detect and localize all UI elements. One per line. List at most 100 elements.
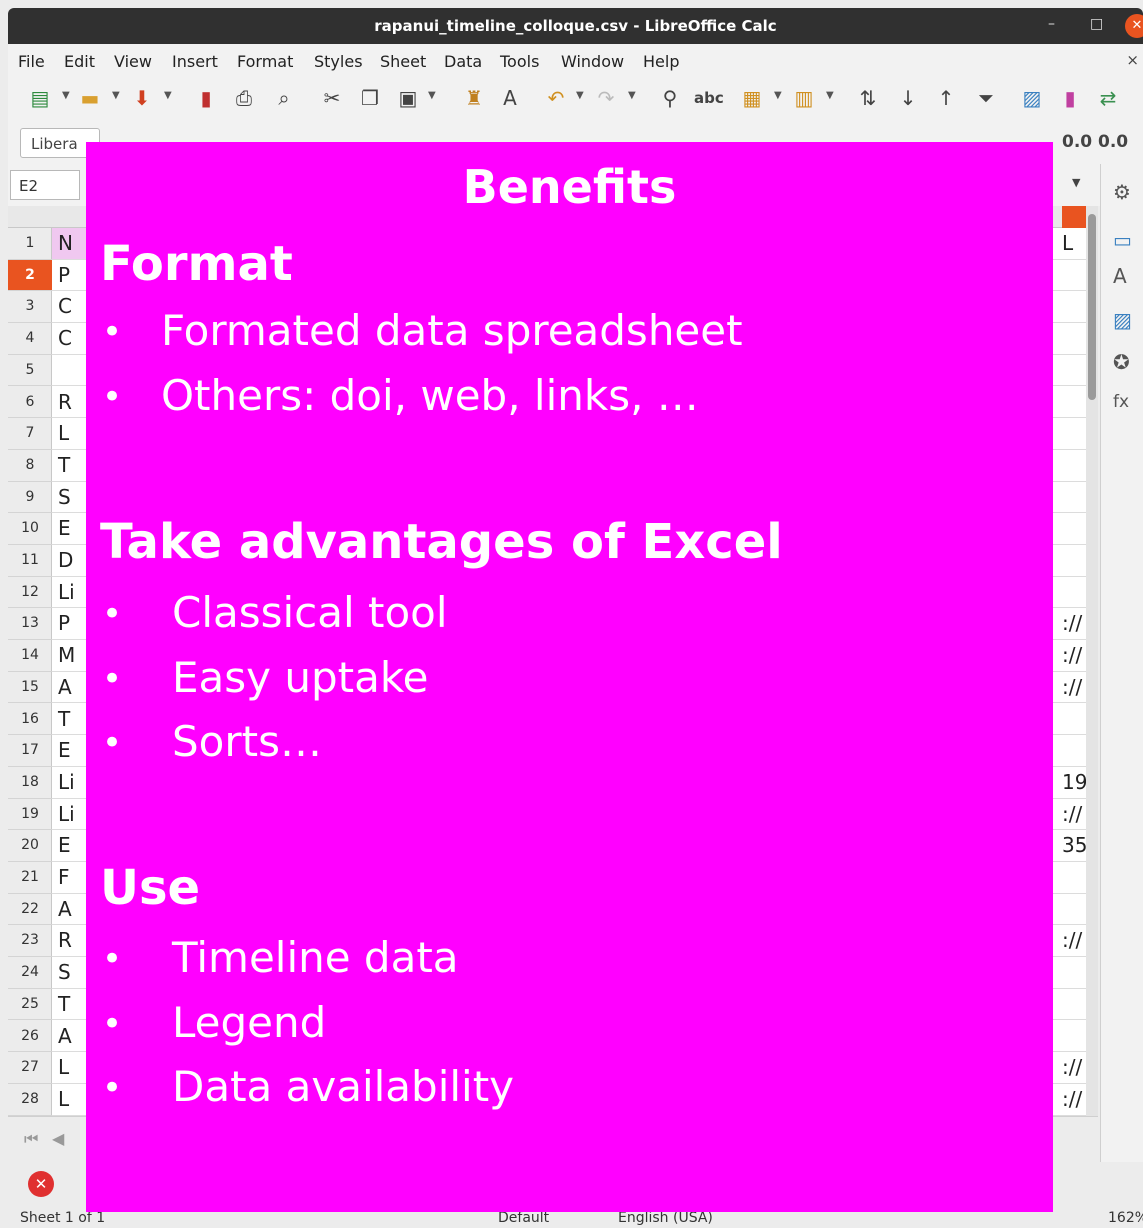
row-header[interactable]: 3 [8,291,52,324]
export-pdf-icon[interactable]: ▮ [192,84,220,112]
row-header[interactable]: 4 [8,323,52,355]
cell[interactable] [1052,418,1086,450]
chevron-down-icon[interactable]: ▼ [628,90,636,101]
vertical-scrollbar[interactable] [1086,206,1098,1116]
cell[interactable]: C [52,323,88,355]
cell[interactable] [1052,704,1086,736]
close-document-icon[interactable]: × [1126,51,1139,69]
cell[interactable] [1052,735,1086,767]
cell[interactable] [1052,989,1086,1021]
navigator-icon[interactable]: ✪ [1113,350,1130,374]
selected-column-header[interactable] [1062,206,1086,228]
cell[interactable]: E [52,735,88,767]
cell[interactable]: A [52,672,88,704]
menu-format[interactable]: Format [237,52,293,71]
styles-icon[interactable]: ▭ [1113,228,1132,252]
menu-styles[interactable]: Styles [314,52,363,71]
previous-sheet-icon[interactable]: ◀ [52,1129,64,1148]
cell[interactable]: M [52,640,88,672]
row-header[interactable]: 16 [8,704,52,736]
pivot-table-icon[interactable]: ⇄ [1094,84,1122,112]
error-close-icon[interactable]: ✕ [28,1171,54,1197]
cell[interactable]: T [52,704,88,736]
row-header[interactable]: 5 [8,355,52,387]
row-header[interactable]: 19 [8,799,52,831]
row-header[interactable]: 25 [8,989,52,1021]
add-decimal-button[interactable]: 0.0 [1062,132,1092,152]
cell[interactable]: E [52,513,88,545]
row-header[interactable]: 26 [8,1021,52,1053]
cell[interactable]: S [52,482,88,514]
save-icon[interactable]: ⬇ [128,84,156,112]
cell[interactable] [1052,545,1086,577]
cell[interactable] [1052,291,1086,324]
chevron-down-icon[interactable]: ▼ [576,90,584,101]
cell[interactable]: R [52,925,88,958]
cell[interactable]: :// [1052,672,1086,704]
cell[interactable]: :// [1052,640,1086,672]
delete-decimal-button[interactable]: 0.0 [1098,132,1128,152]
row-header[interactable]: 9 [8,482,52,514]
copy-icon[interactable]: ❐ [356,84,384,112]
text-style-icon[interactable]: A [1113,264,1127,288]
row-header[interactable]: 17 [8,735,52,767]
cell[interactable]: 19 [1052,767,1087,799]
document-language[interactable]: English (USA) [618,1210,713,1226]
cell[interactable] [1052,957,1086,989]
row-header[interactable]: 20 [8,830,52,862]
cell[interactable]: L [52,1084,88,1116]
cell[interactable] [1052,482,1086,514]
cell[interactable]: :// [1052,925,1086,958]
cell[interactable]: T [52,450,88,482]
close-window-button[interactable]: ✕ [1125,14,1143,38]
menu-sheet[interactable]: Sheet [380,52,426,71]
clone-formatting-icon[interactable]: ♜ [460,84,488,112]
row-header[interactable]: 6 [8,387,52,419]
chevron-down-icon[interactable]: ▼ [826,90,834,101]
cell[interactable]: F [52,862,88,894]
menu-window[interactable]: Window [561,52,624,71]
cell[interactable]: L [52,1052,88,1084]
row-header[interactable]: 12 [8,577,52,609]
row-header[interactable]: 22 [8,894,52,926]
sort-descending-icon[interactable]: ↑ [932,84,960,112]
cell[interactable] [1052,387,1086,419]
cell[interactable]: A [52,894,88,926]
open-folder-icon[interactable]: ▬ [76,84,104,112]
row-header[interactable]: 24 [8,957,52,989]
cell[interactable] [52,355,88,387]
cell[interactable]: :// [1052,608,1086,641]
cell[interactable]: T [52,989,88,1021]
cell[interactable] [1052,577,1086,609]
cell[interactable]: C [52,291,88,324]
maximize-button[interactable]: □ [1090,16,1103,32]
new-document-icon[interactable]: ▤ [26,84,54,112]
row-header[interactable]: 14 [8,640,52,672]
redo-icon[interactable]: ↷ [592,84,620,112]
chevron-down-icon[interactable]: ▼ [774,90,782,101]
cell[interactable]: 35 [1052,830,1087,862]
insert-image-icon[interactable]: ▨ [1018,84,1046,112]
row-header[interactable]: 23 [8,925,52,958]
cell[interactable]: P [52,260,88,292]
chevron-down-icon[interactable]: ▼ [62,90,70,101]
print-icon[interactable]: ⎙ [230,84,258,112]
autofilter-icon[interactable]: ⏷ [972,84,1000,112]
row-header[interactable]: 10 [8,513,52,545]
row-header[interactable]: 2 [8,259,52,292]
cut-icon[interactable]: ✂ [318,84,346,112]
cell[interactable]: P [52,608,88,641]
spellcheck-icon[interactable]: abc [694,84,724,112]
cell[interactable]: Li [52,577,88,609]
row-header[interactable]: 21 [8,862,52,894]
cell[interactable] [1052,513,1086,545]
cell[interactable]: S [52,957,88,989]
first-sheet-icon[interactable]: ⏮ [24,1129,38,1149]
sort-ascending-icon[interactable]: ↓ [894,84,922,112]
cell[interactable] [1052,323,1086,355]
properties-gear-icon[interactable]: ⚙ [1113,180,1131,204]
menu-edit[interactable]: Edit [64,52,95,71]
column-icon[interactable]: ▥ [790,84,818,112]
zoom-level[interactable]: 162% [1108,1210,1143,1226]
print-preview-icon[interactable]: ⌕ [270,84,298,112]
